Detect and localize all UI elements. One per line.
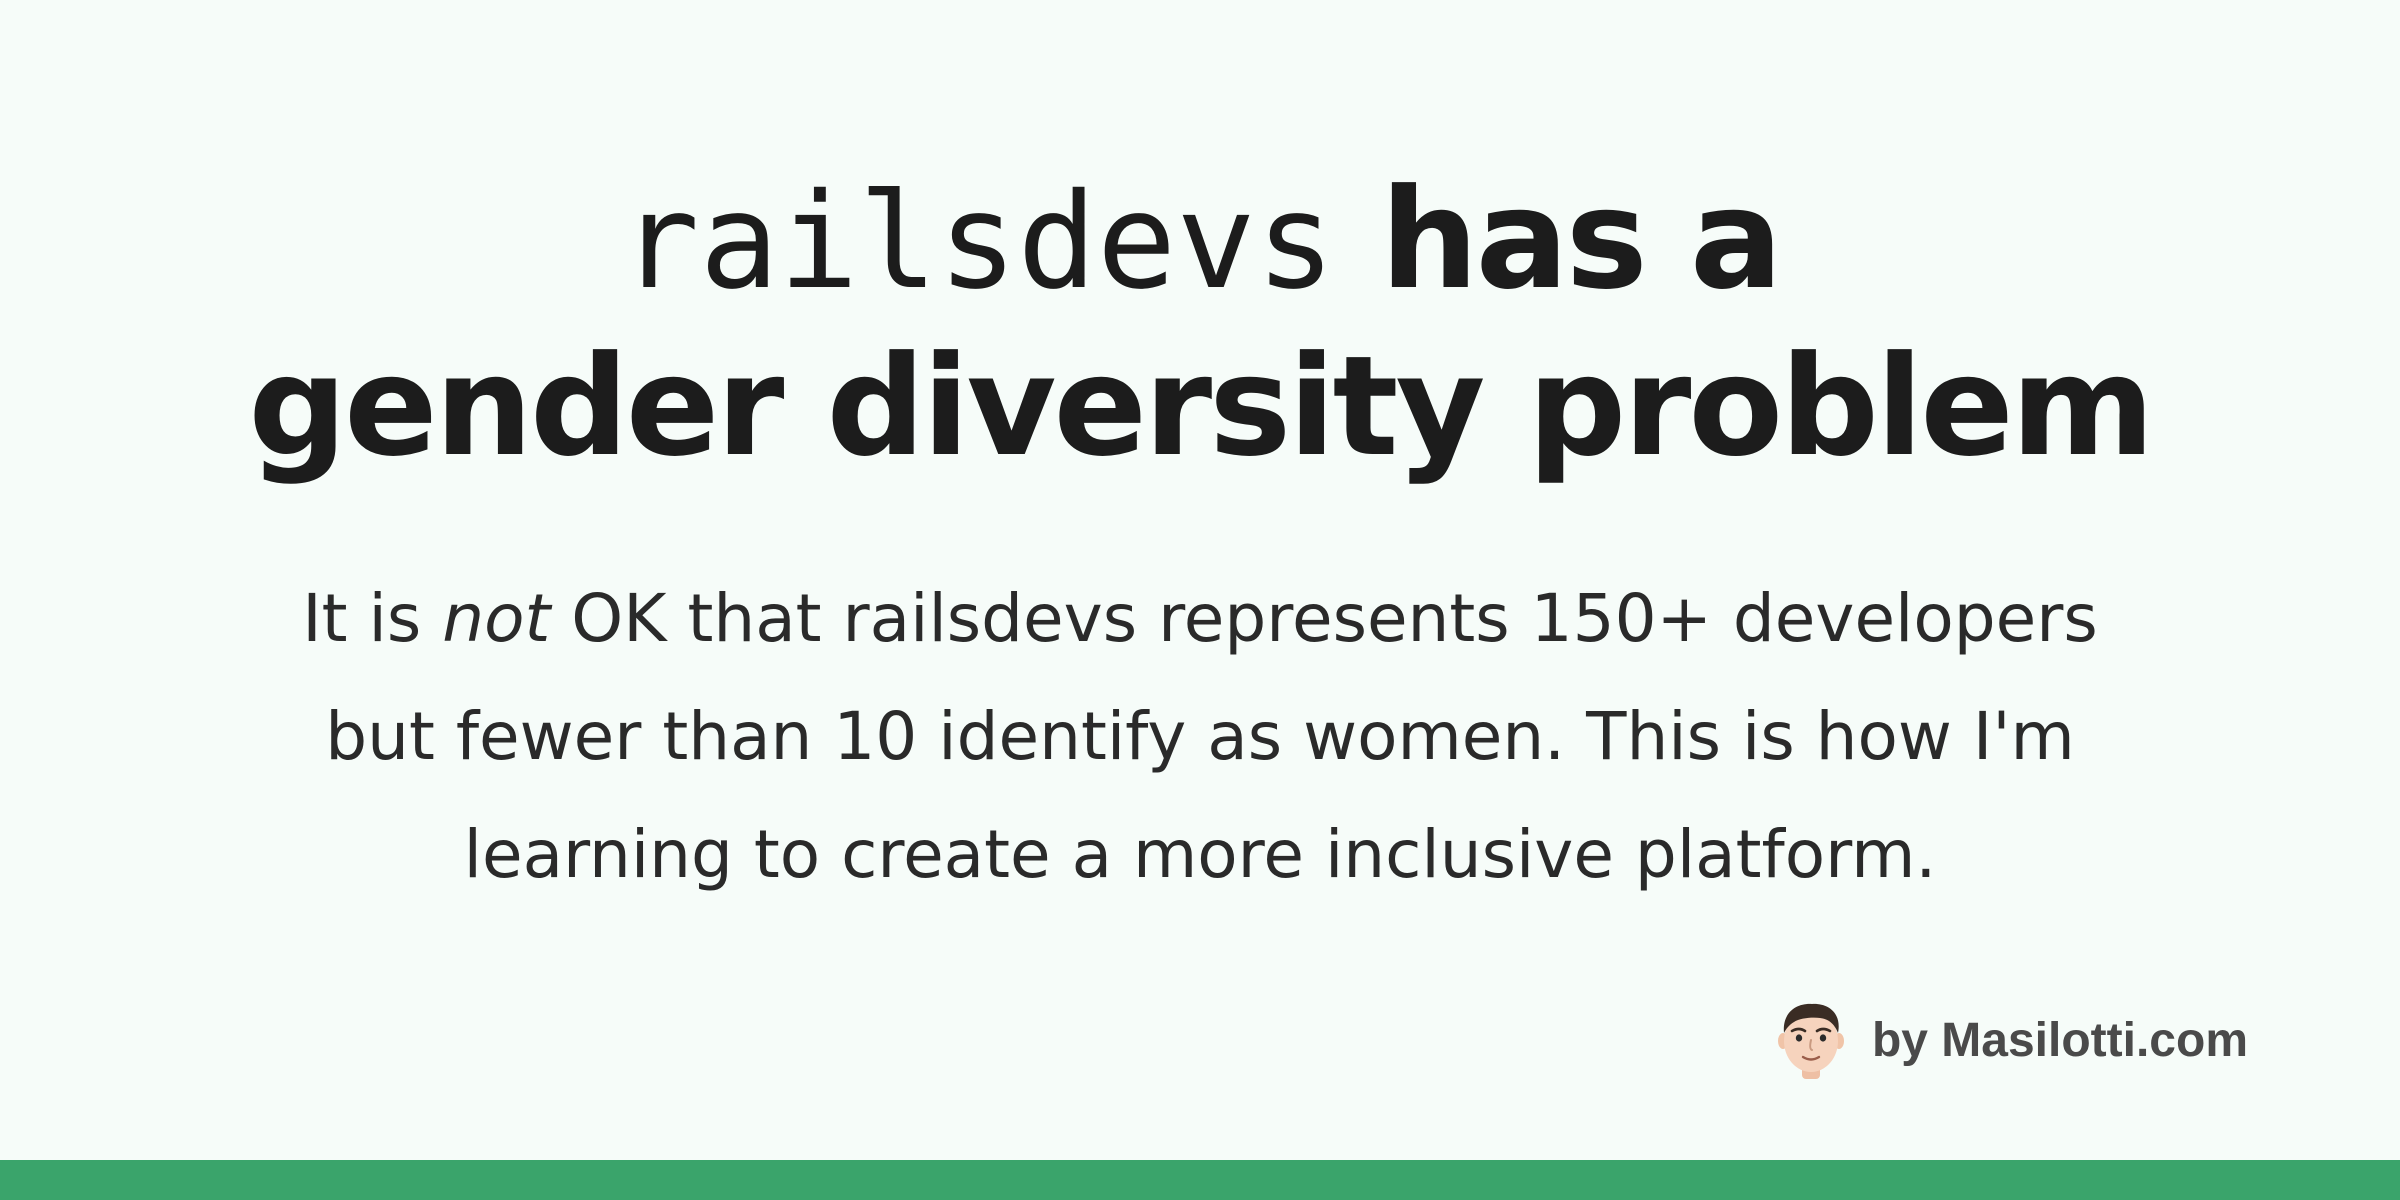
brand-name: railsdevs (620, 165, 1336, 319)
byline: by Masilotti.com (1776, 998, 2248, 1082)
accent-bar (0, 1160, 2400, 1200)
title-line-1: railsdevs has a (0, 160, 2400, 322)
avatar-icon (1777, 1003, 1844, 1079)
description-part-2: OK that railsdevs represents 150+ develo… (325, 580, 2098, 893)
description-emphasis: not (442, 580, 551, 657)
page-title: railsdevs has a gender diversity problem (0, 160, 2400, 492)
description: It is not OK that railsdevs represents 1… (240, 560, 2160, 914)
byline-text: by Masilotti.com (1871, 1013, 2248, 1067)
title-line-1-rest: has a (1380, 159, 1783, 320)
title-line-2: gender diversity problem (248, 326, 2154, 487)
description-part-1: It is (302, 580, 443, 657)
